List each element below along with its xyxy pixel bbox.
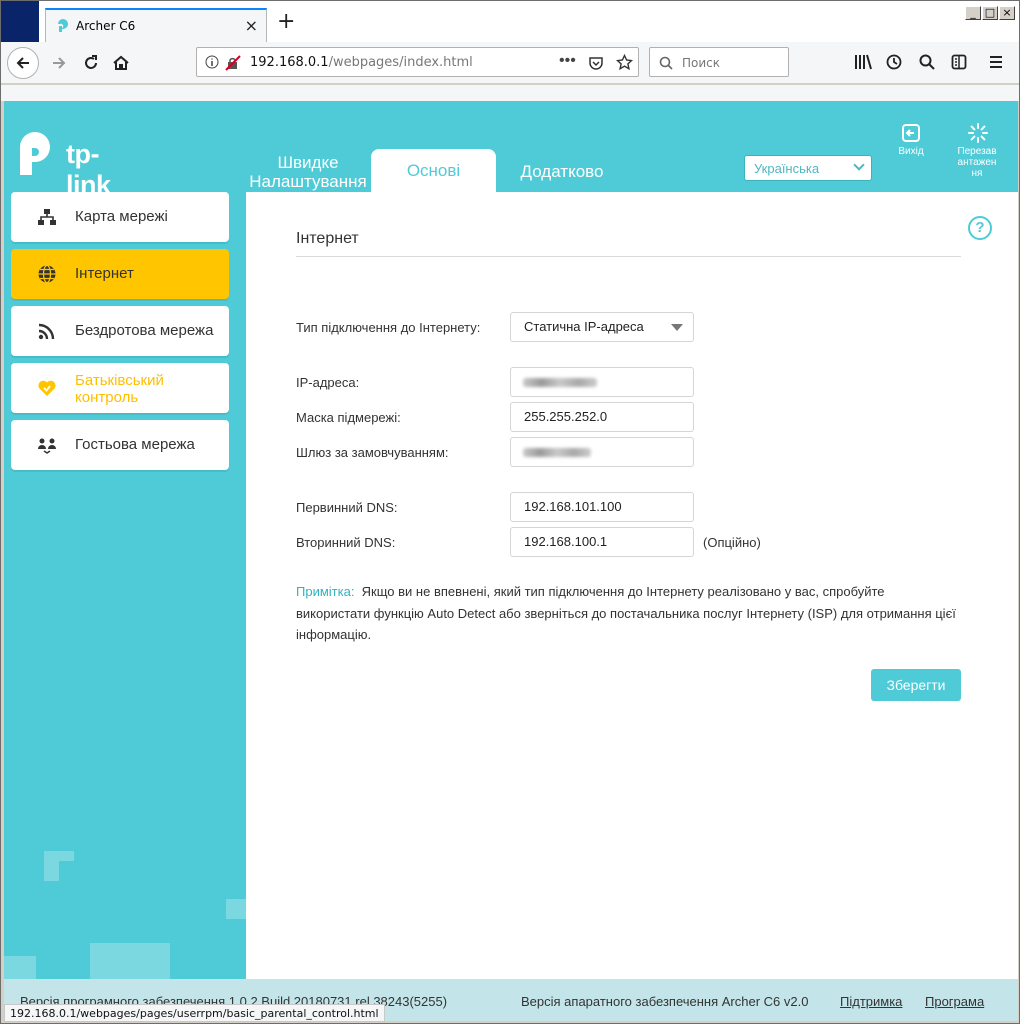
help-icon[interactable]: ? <box>968 216 992 240</box>
minimize-button[interactable]: _ <box>965 6 981 20</box>
navigation-toolbar: 192.168.0.1/webpages/index.html ••• Поис… <box>1 42 1019 84</box>
decor-shape <box>226 899 246 919</box>
sidebar-item-label: Бездротова мережа <box>75 322 214 339</box>
reader-view-icon[interactable] <box>951 54 967 70</box>
pocket-icon[interactable] <box>588 55 604 71</box>
toolbar-spacer <box>1 85 1019 101</box>
library-icon[interactable] <box>854 54 872 70</box>
sidebar-item-label: Гостьова мережа <box>75 436 195 453</box>
maximize-button[interactable]: □ <box>982 6 998 20</box>
new-tab-button[interactable]: + <box>277 11 295 33</box>
save-button[interactable]: Зберегти <box>871 669 961 701</box>
tab-basic[interactable]: Основі <box>371 149 496 193</box>
language-value: Українська <box>754 161 820 176</box>
bookmark-star-icon[interactable] <box>616 54 633 71</box>
globe-icon <box>38 264 56 284</box>
chevron-down-icon <box>853 159 865 171</box>
ip-address-input[interactable] <box>510 367 694 397</box>
redacted-ip-value <box>523 378 597 387</box>
close-window-button[interactable]: × <box>999 6 1015 20</box>
tplink-logo-icon <box>20 132 50 175</box>
search-icon <box>659 56 673 70</box>
back-arrow-icon <box>16 57 29 69</box>
note-body: Якщо ви не впевнені, який тип підключенн… <box>296 584 956 642</box>
reboot-label: Перезав антажен ня <box>957 146 997 179</box>
page-viewport: tp-link Швидке Налаштування Основі Додат… <box>4 101 1018 1021</box>
connection-type-label: Тип підключення до Інтернету: <box>296 320 481 335</box>
reload-icon <box>85 55 97 69</box>
guest-network-icon <box>38 438 56 454</box>
decor-shape <box>90 943 170 983</box>
note-label: Примітка: <box>296 584 355 599</box>
tab-title: Archer C6 <box>76 19 136 33</box>
url-bar[interactable]: 192.168.0.1/webpages/index.html ••• <box>196 47 639 77</box>
forward-button[interactable] <box>43 47 75 79</box>
parental-heart-icon <box>38 380 56 396</box>
logout-icon <box>902 124 920 142</box>
app-link[interactable]: Програма <box>925 994 984 1009</box>
ip-address-label: IP-адреса: <box>296 375 360 390</box>
sidebar-item-guest-network[interactable]: Гостьова мережа <box>11 420 229 470</box>
sidebar-item-label: Карта мережі <box>75 208 168 225</box>
connection-type-select[interactable]: Статична IP-адреса <box>510 312 694 342</box>
primary-dns-input[interactable]: 192.168.101.100 <box>510 492 694 522</box>
info-icon[interactable] <box>205 55 219 69</box>
main-content: ? Інтернет Тип підключення до Інтернету:… <box>246 192 1018 981</box>
search-box[interactable]: Поиск <box>649 47 789 77</box>
connection-type-value: Статична IP-адреса <box>524 319 644 334</box>
hardware-version: Версія апаратного забезпечення Archer C6… <box>521 994 809 1009</box>
exit-button[interactable]: Вихід <box>884 123 938 157</box>
secondary-dns-input[interactable]: 192.168.100.1 <box>510 527 694 557</box>
insecure-lock-icon <box>225 55 241 71</box>
home-icon <box>113 55 129 70</box>
title-divider <box>296 256 961 257</box>
exit-label: Вихід <box>898 146 924 157</box>
browser-window: _ □ × Archer C6 × + 192.168.0.1/webpages… <box>0 0 1020 1024</box>
sidebar-item-parental-control[interactable]: Батьківський контроль <box>11 363 229 413</box>
reload-button[interactable] <box>75 47 107 79</box>
decor-shape <box>4 956 36 981</box>
history-icon[interactable] <box>886 54 902 70</box>
status-bar-url: 192.168.0.1/webpages/pages/userrpm/basic… <box>4 1004 385 1022</box>
tplink-favicon-icon <box>58 19 68 32</box>
secondary-dns-label: Вторинний DNS: <box>296 535 396 550</box>
dropdown-triangle-icon <box>671 324 683 331</box>
page-actions-icon[interactable]: ••• <box>559 52 576 70</box>
url-text: 192.168.0.1/webpages/index.html <box>250 55 473 70</box>
search-placeholder: Поиск <box>682 56 721 70</box>
support-link[interactable]: Підтримка <box>840 994 902 1009</box>
language-select[interactable]: Українська <box>744 155 872 181</box>
reboot-spinner-icon <box>968 123 988 143</box>
sidebar-item-wireless[interactable]: Бездротова мережа <box>11 306 229 356</box>
close-tab-icon[interactable]: × <box>245 16 258 35</box>
network-map-icon <box>38 209 56 225</box>
note-text: Примітка: Якщо ви не впевнені, який тип … <box>296 581 956 646</box>
forward-arrow-icon <box>53 57 66 69</box>
tab-advanced[interactable]: Додатково <box>507 153 617 193</box>
tplink-logo: tp-link <box>12 129 111 200</box>
zoom-search-icon[interactable] <box>919 54 935 70</box>
sidebar-item-label: Батьківський контроль <box>75 372 164 406</box>
primary-dns-label: Первинний DNS: <box>296 500 398 515</box>
sidebar-item-label: Інтернет <box>75 265 134 282</box>
wireless-icon <box>38 323 55 340</box>
subnet-mask-input[interactable]: 255.255.252.0 <box>510 402 694 432</box>
tab-quick-setup[interactable]: Швидке Налаштування <box>246 153 370 193</box>
page-title: Інтернет <box>296 230 359 247</box>
back-button[interactable] <box>7 47 39 79</box>
sidebar-item-network-map[interactable]: Карта мережі <box>11 192 229 242</box>
default-gateway-input[interactable] <box>510 437 694 467</box>
browser-tab-archer[interactable]: Archer C6 × <box>45 8 267 42</box>
optional-hint: (Опційно) <box>703 535 761 550</box>
title-bar: _ □ × Archer C6 × + <box>1 1 1019 42</box>
subnet-mask-label: Маска підмережі: <box>296 410 401 425</box>
home-button[interactable] <box>105 47 137 79</box>
reboot-button[interactable]: Перезав антажен ня <box>951 123 1005 179</box>
menu-hamburger-icon[interactable] <box>989 55 1003 69</box>
decor-shape-cut <box>59 861 74 881</box>
redacted-gateway-value <box>523 448 591 457</box>
default-gateway-label: Шлюз за замовчуванням: <box>296 445 449 460</box>
sidebar-item-internet[interactable]: Інтернет <box>11 249 229 299</box>
